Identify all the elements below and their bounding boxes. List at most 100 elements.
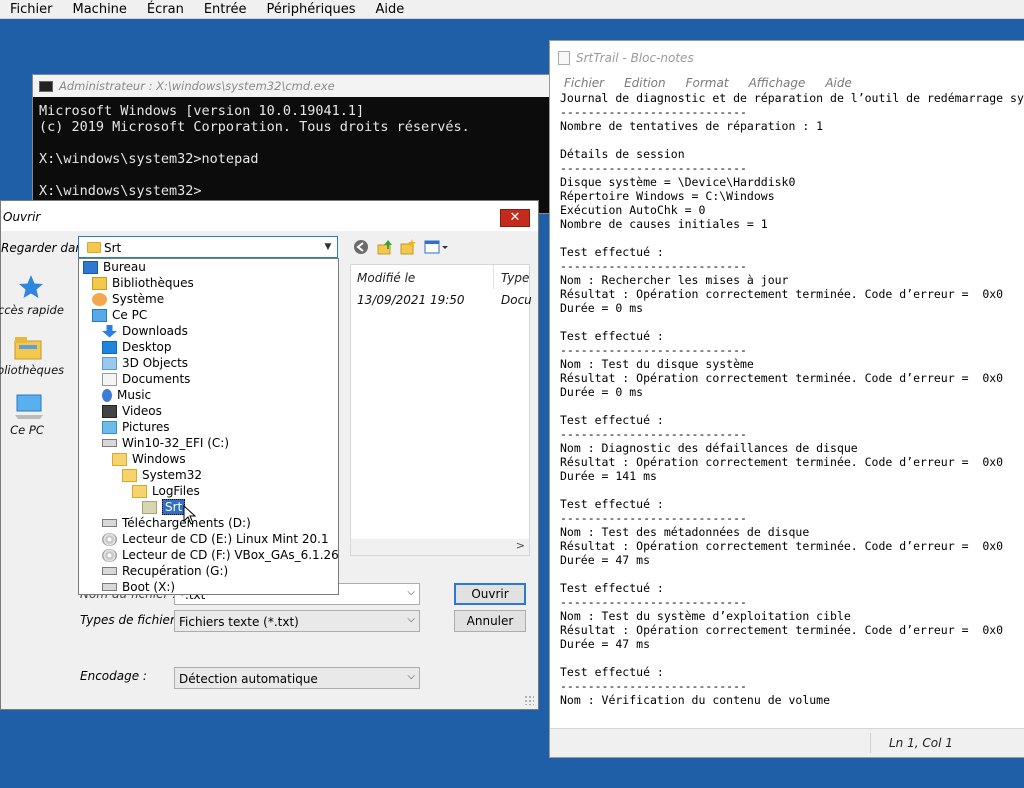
drive-icon [102, 519, 117, 527]
dropdown-item-drive-x[interactable]: Boot (X:) [102, 579, 175, 594]
cancel-button[interactable]: Annuler [454, 610, 526, 632]
dropdown-item-logfiles[interactable]: LogFiles [132, 483, 200, 499]
user-icon [92, 292, 107, 306]
close-button[interactable]: ✕ [500, 209, 530, 227]
place-label: Bibliothèques [0, 363, 65, 377]
notepad-text-area[interactable]: Journal de diagnostic et de réparation d… [560, 91, 1024, 753]
item-label: Srt [162, 499, 186, 515]
encoding-label: Encodage : [80, 669, 147, 683]
drive-icon [102, 567, 117, 575]
horizontal-scrollbar[interactable]: > [351, 539, 529, 555]
host-menu-input[interactable]: Entrée [194, 0, 257, 19]
cmd-title: Administrateur : X:\windows\system32\cmd… [59, 79, 335, 93]
file-modified-cell[interactable]: 13/09/2021 19:50 [357, 293, 465, 307]
resize-grip[interactable] [524, 695, 534, 705]
new-folder-icon[interactable] [400, 239, 416, 255]
item-label: Win10-32_EFI (C:) [122, 436, 230, 450]
place-this-pc[interactable]: Ce PC [1, 393, 73, 437]
encoding-select[interactable]: Détection automatique ⌵ [174, 667, 420, 689]
dropdown-item-cd-e[interactable]: Lecteur de CD (E:) Linux Mint 20.1 [102, 531, 329, 547]
notepad-window[interactable]: SrtTrail - Bloc-notes Fichier Edition Fo… [549, 40, 1024, 758]
dropdown-item-drive-d[interactable]: Téléchargements (D:) [102, 515, 251, 531]
notepad-menu-format[interactable]: Format [676, 76, 739, 90]
folder-open-icon [142, 500, 157, 514]
back-icon[interactable] [353, 239, 369, 255]
chevron-down-icon[interactable]: ⌵ [407, 587, 415, 598]
item-label: 3D Objects [122, 356, 189, 370]
dropdown-item-system32[interactable]: System32 [122, 467, 202, 483]
filetype-select[interactable]: Fichiers texte (*.txt) ⌵ [174, 610, 420, 632]
dropdown-item-drive-c[interactable]: Win10-32_EFI (C:) [102, 435, 229, 451]
videos-icon [102, 404, 117, 418]
desktop-folder-icon [102, 340, 117, 354]
dropdown-item-documents[interactable]: Documents [102, 371, 190, 387]
chevron-right-icon[interactable]: > [516, 539, 525, 552]
column-separator[interactable] [493, 265, 494, 289]
dialog-title: Ouvrir [3, 210, 41, 224]
status-separator [870, 733, 871, 753]
dropdown-item-pictures[interactable]: Pictures [102, 419, 170, 435]
music-icon [102, 388, 112, 402]
cmd-line: Microsoft Windows [version 10.0.19041.1] [39, 103, 365, 119]
dropdown-item-system[interactable]: Système [92, 291, 164, 307]
place-label: Ce PC [10, 423, 44, 437]
host-menu-file[interactable]: Fichier [0, 0, 63, 19]
open-dialog[interactable]: Ouvrir ✕ Regarder dans : Srt ▼ Accès rap… [0, 200, 539, 710]
notepad-menu-help[interactable]: Aide [815, 76, 862, 90]
notepad-menu-file[interactable]: Fichier [554, 76, 614, 90]
dropdown-item-cd-f[interactable]: Lecteur de CD (F:) VBox_GAs_6.1.26 [102, 547, 338, 563]
item-label: Bureau [103, 260, 146, 274]
dropdown-item-drive-g[interactable]: Recupération (G:) [102, 563, 228, 579]
item-label: LogFiles [152, 484, 200, 498]
host-menu-help[interactable]: Aide [366, 0, 415, 19]
dropdown-item-bureau[interactable]: Bureau [83, 259, 146, 275]
file-type-cell[interactable]: Docu [501, 293, 532, 307]
chevron-down-icon[interactable]: ▼ [319, 237, 337, 257]
look-in-combo[interactable]: Srt ▼ [78, 236, 338, 258]
host-menu-screen[interactable]: Écran [137, 0, 194, 19]
host-menu-devices[interactable]: Périphériques [256, 0, 365, 19]
notepad-title-bar[interactable]: SrtTrail - Bloc-notes [550, 41, 1024, 74]
notepad-menu-edit[interactable]: Edition [614, 76, 676, 90]
cmd-title-bar[interactable]: Administrateur : X:\windows\system32\cmd… [33, 75, 551, 97]
column-header-type[interactable]: Type [501, 271, 529, 285]
host-menu-machine[interactable]: Machine [63, 0, 137, 19]
dropdown-item-libraries[interactable]: Bibliothèques [92, 275, 194, 291]
dropdown-item-music[interactable]: Music [102, 387, 151, 403]
cmd-output[interactable]: Microsoft Windows [version 10.0.19041.1]… [33, 97, 551, 205]
notepad-menu-view[interactable]: Affichage [739, 76, 816, 90]
view-menu-icon[interactable] [424, 239, 450, 255]
chevron-down-icon[interactable]: ⌵ [407, 614, 415, 625]
column-header-modified[interactable]: Modifié le [357, 271, 415, 285]
dropdown-item-downloads[interactable]: Downloads [102, 323, 188, 339]
place-libraries[interactable]: Bibliothèques [0, 333, 73, 377]
dropdown-item-desktop[interactable]: Desktop [102, 339, 172, 355]
cmd-window[interactable]: Administrateur : X:\windows\system32\cmd… [32, 74, 552, 214]
item-label: Documents [122, 372, 191, 386]
drive-icon [102, 583, 117, 591]
item-label: Downloads [122, 324, 188, 338]
item-label: Windows [132, 452, 186, 466]
dropdown-item-windows[interactable]: Windows [112, 451, 186, 467]
dialog-title-bar[interactable]: Ouvrir ✕ [1, 201, 538, 231]
star-icon [19, 275, 43, 298]
downloads-icon [102, 324, 117, 338]
up-folder-icon[interactable] [377, 239, 393, 255]
pictures-icon [102, 420, 117, 434]
dropdown-item-3d-objects[interactable]: 3D Objects [102, 355, 188, 371]
file-list[interactable]: Modifié le Type 13/09/2021 19:50 Docu > [350, 264, 532, 556]
dropdown-item-this-pc[interactable]: Ce PC [92, 307, 147, 323]
dropdown-item-srt[interactable]: Srt [142, 499, 186, 515]
item-label: Ce PC [112, 308, 148, 322]
look-in-dropdown[interactable]: Bureau Bibliothèques Système Ce PC Downl… [78, 258, 339, 595]
chevron-down-icon[interactable]: ⌵ [407, 671, 415, 682]
item-label: Recupération (G:) [122, 564, 229, 578]
filetype-value: Fichiers texte (*.txt) [179, 615, 299, 629]
dropdown-item-videos[interactable]: Videos [102, 403, 162, 419]
place-quick-access[interactable]: Accès rapide [0, 273, 73, 317]
place-label: Accès rapide [0, 303, 64, 317]
open-button[interactable]: Ouvrir [454, 583, 526, 605]
cmd-line: (c) 2019 Microsoft Corporation. Tous dro… [39, 119, 470, 135]
cd-icon [102, 532, 117, 546]
mouse-cursor-icon [183, 505, 197, 525]
